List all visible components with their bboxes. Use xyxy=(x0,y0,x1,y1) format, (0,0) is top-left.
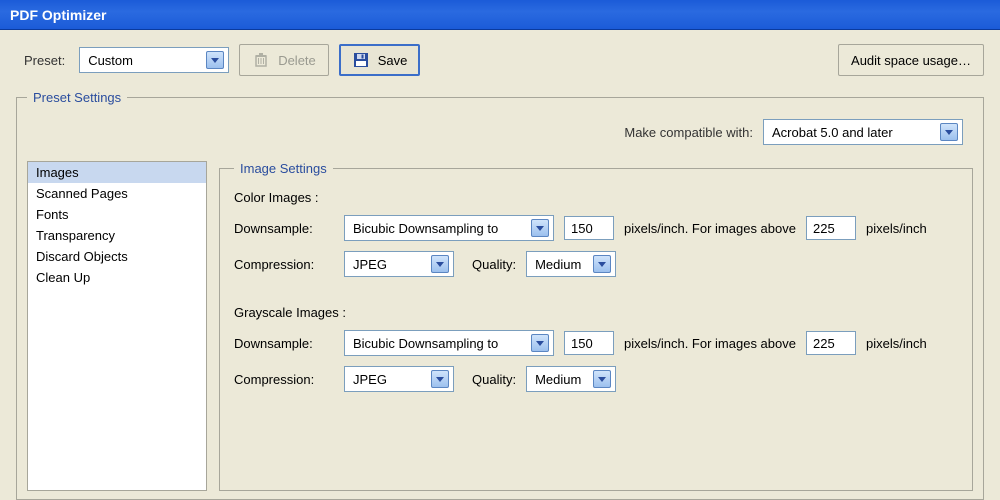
compression-label: Compression: xyxy=(234,372,334,387)
preset-settings-fieldset: Preset Settings Make compatible with: Ac… xyxy=(16,90,984,500)
downsample-label: Downsample: xyxy=(234,336,334,351)
trash-icon xyxy=(252,51,270,69)
color-compression-row: Compression: JPEG Quality: Medium xyxy=(234,251,958,277)
chevron-down-icon xyxy=(593,255,611,273)
chevron-down-icon xyxy=(940,123,958,141)
gray-compression-dropdown[interactable]: JPEG xyxy=(344,366,454,392)
category-list[interactable]: Images Scanned Pages Fonts Transparency … xyxy=(27,161,207,491)
audit-space-usage-label: Audit space usage… xyxy=(851,53,971,68)
save-button[interactable]: Save xyxy=(339,44,421,76)
color-compression-value: JPEG xyxy=(353,257,387,272)
grayscale-images-heading: Grayscale Images : xyxy=(234,305,958,320)
delete-button: Delete xyxy=(239,44,329,76)
gray-downsample-value: Bicubic Downsampling to xyxy=(353,336,498,351)
gray-quality-dropdown[interactable]: Medium xyxy=(526,366,616,392)
units-text-2: pixels/inch xyxy=(866,336,927,351)
chevron-down-icon xyxy=(531,334,549,352)
gray-compression-row: Compression: JPEG Quality: Medium xyxy=(234,366,958,392)
chevron-down-icon xyxy=(593,370,611,388)
downsample-label: Downsample: xyxy=(234,221,334,236)
gray-downsample-dropdown[interactable]: Bicubic Downsampling to xyxy=(344,330,554,356)
chevron-down-icon xyxy=(531,219,549,237)
compatibility-value: Acrobat 5.0 and later xyxy=(772,125,893,140)
color-quality-value: Medium xyxy=(535,257,581,272)
window-title: PDF Optimizer xyxy=(10,7,106,23)
quality-label: Quality: xyxy=(472,372,516,387)
category-fonts[interactable]: Fonts xyxy=(28,204,206,225)
color-compression-dropdown[interactable]: JPEG xyxy=(344,251,454,277)
chevron-down-icon xyxy=(431,370,449,388)
category-scanned-pages[interactable]: Scanned Pages xyxy=(28,183,206,204)
category-clean-up[interactable]: Clean Up xyxy=(28,267,206,288)
quality-label: Quality: xyxy=(472,257,516,272)
gray-ppi-input[interactable] xyxy=(564,331,614,355)
category-discard-objects[interactable]: Discard Objects xyxy=(28,246,206,267)
category-transparency[interactable]: Transparency xyxy=(28,225,206,246)
gray-quality-value: Medium xyxy=(535,372,581,387)
compatibility-label: Make compatible with: xyxy=(624,125,753,140)
floppy-disk-icon xyxy=(352,51,370,69)
gray-above-input[interactable] xyxy=(806,331,856,355)
preset-dropdown[interactable]: Custom xyxy=(79,47,229,73)
units-text-1: pixels/inch. For images above xyxy=(624,221,796,236)
gray-downsample-row: Downsample: Bicubic Downsampling to pixe… xyxy=(234,330,958,356)
chevron-down-icon xyxy=(206,51,224,69)
preset-label: Preset: xyxy=(24,53,65,68)
color-quality-dropdown[interactable]: Medium xyxy=(526,251,616,277)
compression-label: Compression: xyxy=(234,257,334,272)
audit-space-usage-button[interactable]: Audit space usage… xyxy=(838,44,984,76)
color-ppi-input[interactable] xyxy=(564,216,614,240)
save-button-label: Save xyxy=(378,53,408,68)
category-images[interactable]: Images xyxy=(28,162,206,183)
compatibility-dropdown[interactable]: Acrobat 5.0 and later xyxy=(763,119,963,145)
chevron-down-icon xyxy=(431,255,449,273)
units-text-2: pixels/inch xyxy=(866,221,927,236)
toolbar: Preset: Custom Delete Save Audit space u… xyxy=(0,30,1000,90)
color-images-heading: Color Images : xyxy=(234,190,958,205)
image-settings-legend: Image Settings xyxy=(234,161,333,176)
preset-settings-legend: Preset Settings xyxy=(27,90,127,105)
color-downsample-dropdown[interactable]: Bicubic Downsampling to xyxy=(344,215,554,241)
units-text-1: pixels/inch. For images above xyxy=(624,336,796,351)
window-titlebar: PDF Optimizer xyxy=(0,0,1000,30)
compatibility-row: Make compatible with: Acrobat 5.0 and la… xyxy=(27,115,973,161)
gray-compression-value: JPEG xyxy=(353,372,387,387)
delete-button-label: Delete xyxy=(278,53,316,68)
color-downsample-row: Downsample: Bicubic Downsampling to pixe… xyxy=(234,215,958,241)
main-area: Images Scanned Pages Fonts Transparency … xyxy=(27,161,973,491)
color-above-input[interactable] xyxy=(806,216,856,240)
preset-dropdown-value: Custom xyxy=(88,53,133,68)
image-settings-fieldset: Image Settings Color Images : Downsample… xyxy=(219,161,973,491)
color-downsample-value: Bicubic Downsampling to xyxy=(353,221,498,236)
